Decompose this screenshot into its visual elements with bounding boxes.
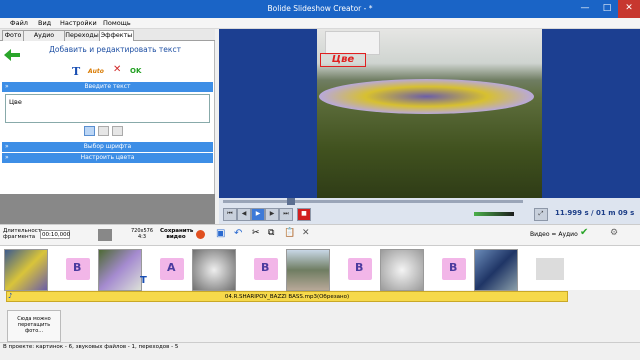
auto-button[interactable]: Auto [88,68,104,75]
menu-settings[interactable]: Настройки [60,19,97,27]
align-center-button[interactable] [98,126,109,136]
play-button[interactable]: ▶ [251,208,265,221]
window-title: Bolide Slideshow Creator - * [267,4,373,13]
chevron-down-icon: » [5,83,9,90]
duration-label: Длительность фрагмента [3,228,45,240]
stop-button[interactable]: ■ [297,208,311,221]
status-bar: В проекте: картинок - 6, звуковых файлов… [0,342,640,360]
menu-view[interactable]: Вид [38,19,51,27]
volume-slider[interactable] [474,212,514,216]
time-display: 11.999 s / 01 m 09 s [555,209,635,217]
seek-bar[interactable] [223,200,523,203]
seek-thumb[interactable] [287,198,295,205]
panel-filler [0,194,215,224]
color-section-label: Настроить цвета [80,154,135,161]
tab-strip: Фото Аудио файлы Переходы Эффекты [0,29,215,49]
undo-icon[interactable]: ↶ [234,228,242,239]
clip-thumbnail[interactable] [286,249,330,291]
text-overlay[interactable]: Цве [320,53,366,67]
save-video-button[interactable]: Сохранить видео [160,228,193,240]
color-swatch[interactable] [98,229,112,241]
drop-zone[interactable]: Сюда можно перетащить фото... [7,310,61,342]
check-icon[interactable]: ✔ [580,227,588,238]
chevron-right-icon: » [5,143,9,150]
delete-clip-icon[interactable]: ✕ [302,228,310,238]
color-section[interactable]: » Настроить цвета [2,153,213,163]
text-input[interactable]: Цве [5,94,210,123]
chevron-right-icon: » [5,154,9,161]
building [325,31,380,55]
audio-track[interactable]: 04.R.SHARIPOV_BAZZI BASS.mp3(Обрезано) [6,291,568,302]
preview-image: Цве [317,29,542,200]
record-icon[interactable] [196,230,205,239]
font-section-label: Выбор шрифта [83,143,132,150]
transition-item[interactable]: B [442,258,466,280]
title-bar: Bolide Slideshow Creator - * — □ ✕ [0,0,640,18]
resolution-text: 720x576 4:3 [130,228,154,240]
transition-item[interactable]: B [348,258,372,280]
menu-help[interactable]: Помощь [103,19,131,27]
align-left-button[interactable] [84,126,95,136]
menu-file[interactable]: Файл [10,19,28,27]
cut-icon[interactable]: ✂ [252,228,260,238]
minimize-button[interactable]: — [574,0,596,18]
maximize-button[interactable]: □ [596,0,618,18]
clip-thumbnail[interactable] [98,249,142,291]
transition-item[interactable]: A [160,258,184,280]
paste-icon[interactable]: 📋 [284,228,295,238]
menu-bar: Файл Вид Настройки Помощь [0,18,640,29]
picture-icon[interactable]: ▣ [216,228,225,239]
next-button[interactable]: ▶ [265,208,279,221]
back-arrow-icon[interactable] [4,49,20,61]
clip-thumbnail[interactable] [474,249,518,291]
playback-controls: ⏮ ◀ ▶ ▶ ⏭ ■ ⤢ 11.999 s / 01 m 09 s [219,198,640,224]
prev-button[interactable]: ◀ [237,208,251,221]
clip-thumbnail[interactable] [380,249,424,291]
copy-icon[interactable]: ⧉ [268,228,274,238]
go-start-button[interactable]: ⏮ [223,208,237,221]
delete-icon[interactable]: ✕ [113,64,121,75]
settings-icon[interactable]: ⚙ [610,228,618,238]
text-tool-icon[interactable]: T [72,65,80,78]
timeline-toolbar: Длительность фрагмента 00:10,000 720x576… [0,224,640,246]
go-end-button[interactable]: ⏭ [279,208,293,221]
video-audio-label: Видео = Аудио [530,231,578,238]
music-note-icon: ♪ [8,292,13,300]
fullscreen-icon[interactable]: ⤢ [534,208,548,221]
font-section[interactable]: » Выбор шрифта [2,142,213,152]
empty-slot[interactable] [536,258,564,280]
clip-thumbnail[interactable] [192,249,236,291]
text-effect-icon: T [140,275,147,286]
enter-text-section[interactable]: » Введите текст [2,82,213,92]
flowerbed [319,79,534,114]
transition-item[interactable]: B [254,258,278,280]
close-button[interactable]: ✕ [618,0,640,18]
enter-text-label: Введите текст [84,83,131,90]
duration-input[interactable]: 00:10,000 [40,230,70,239]
transition-item[interactable]: B [66,258,90,280]
effects-heading: Добавить и редактировать текст [49,45,181,54]
ok-button[interactable]: OK [130,67,141,75]
align-right-button[interactable] [112,126,123,136]
clip-thumbnail[interactable] [4,249,48,291]
